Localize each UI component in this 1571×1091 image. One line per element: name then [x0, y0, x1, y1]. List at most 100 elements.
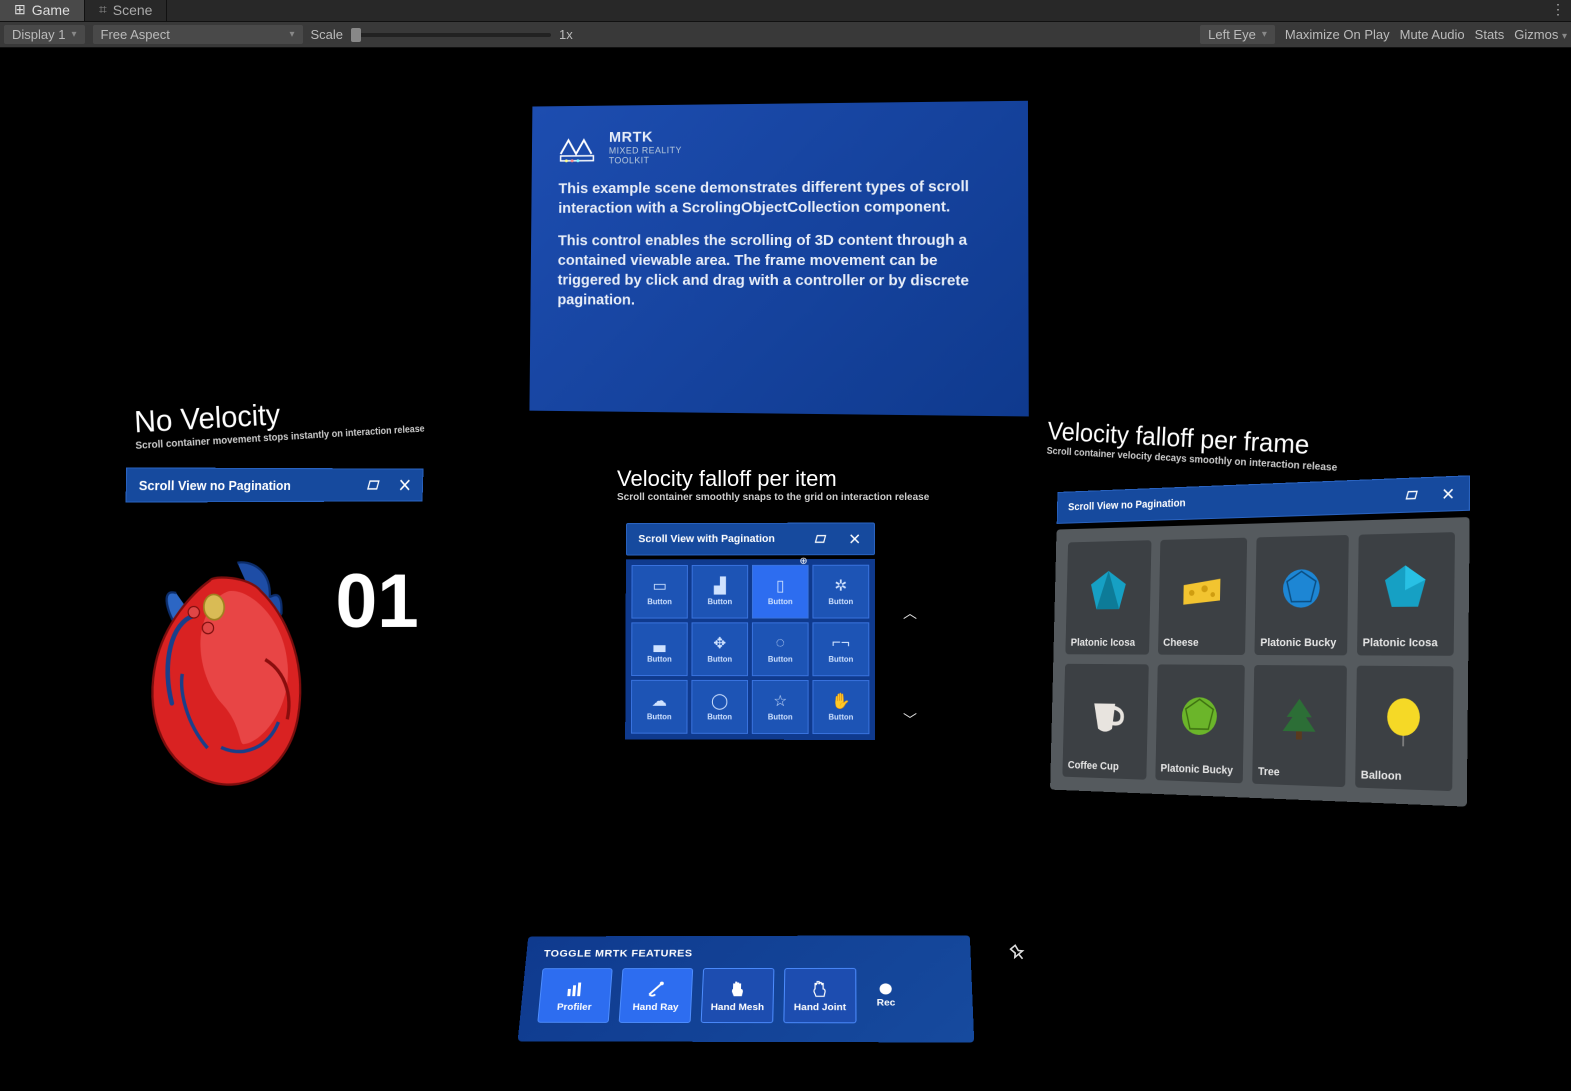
chevron-down-icon: ▾: [71, 29, 76, 40]
grid-button[interactable]: ▃Button: [631, 622, 688, 676]
card-label: Platonic Bucky: [1160, 762, 1237, 777]
toggle-profiler[interactable]: Profiler: [537, 968, 612, 1023]
rec-dot-icon: [880, 983, 892, 994]
grid-button[interactable]: ⌐¬Button: [812, 622, 869, 676]
card-label: Balloon: [1361, 769, 1446, 785]
info-panel: MRTK MIXED REALITY TOOLKIT This example …: [529, 101, 1028, 417]
pin-icon[interactable]: [1005, 940, 1034, 969]
game-view[interactable]: MRTK MIXED REALITY TOOLKIT This example …: [0, 48, 1571, 1091]
scale-slider-knob[interactable]: [351, 28, 361, 42]
cup-icon: [1083, 690, 1128, 739]
card-tree[interactable]: Tree: [1252, 665, 1346, 787]
follow-icon[interactable]: [814, 531, 829, 546]
eye-select[interactable]: Left Eye ▾: [1200, 25, 1275, 44]
toggle-hand-mesh[interactable]: Hand Mesh: [701, 968, 775, 1023]
rec-button[interactable]: Rec: [876, 983, 895, 1008]
aspect-select[interactable]: Free Aspect ▾: [93, 25, 303, 44]
hand-mesh-icon: [729, 978, 748, 998]
icosa-icon: [1086, 567, 1131, 615]
grid-button[interactable]: ▯Button: [752, 565, 809, 619]
grid-button[interactable]: ✲Button: [812, 565, 869, 619]
close-icon[interactable]: [847, 531, 862, 546]
titlebar-pagination[interactable]: Scroll View with Pagination: [626, 523, 875, 556]
mrtk-sub: MIXED REALITY TOOLKIT: [609, 145, 682, 165]
toggle-label: Profiler: [557, 1002, 592, 1012]
card-coffee-cup[interactable]: Coffee Cup: [1062, 664, 1148, 780]
card-grid-frame: Platonic Icosa Cheese Platonic Bucky Pla…: [1050, 517, 1470, 807]
btn-label: Button: [647, 655, 672, 664]
display-select[interactable]: Display 1 ▾: [4, 25, 85, 44]
card-label: Cheese: [1163, 637, 1240, 649]
card-label: Platonic Icosa: [1071, 637, 1144, 649]
card-label: Platonic Icosa: [1363, 637, 1448, 650]
btn-label: Button: [647, 598, 672, 607]
editor-tab-bar: ⊞ Game ⌗ Scene ⋮: [0, 0, 1571, 22]
toggle-label: Hand Ray: [632, 1002, 678, 1012]
tab-scene-label: Scene: [113, 2, 153, 18]
grid-button[interactable]: ✋Button: [812, 680, 869, 734]
grid-button[interactable]: ✥Button: [691, 622, 748, 676]
section-velocity-per-frame: Velocity falloff per frame Scroll contai…: [1046, 416, 1339, 474]
pagination-down-button[interactable]: ﹀: [903, 710, 917, 730]
close-icon[interactable]: [398, 477, 412, 492]
chart-icon: ▟: [714, 577, 726, 594]
game-toolbar: Display 1 ▾ Free Aspect ▾ Scale 1x Left …: [0, 22, 1571, 48]
heart-model[interactable]: [111, 546, 345, 814]
mute-audio-toggle[interactable]: Mute Audio: [1400, 27, 1465, 42]
bucky-green-icon: [1176, 691, 1223, 741]
eye-label: Left Eye: [1208, 27, 1256, 42]
btn-label: Button: [707, 713, 732, 722]
grid-button[interactable]: ▟ Button: [692, 565, 749, 619]
grid-button[interactable]: ☆Button: [752, 680, 809, 734]
pagination-up-button[interactable]: ︿: [903, 603, 917, 623]
btn-label: Button: [707, 655, 732, 664]
card-balloon[interactable]: Balloon: [1355, 666, 1454, 791]
card-platonic-icosa-2[interactable]: Platonic Icosa: [1356, 532, 1454, 656]
maximize-on-play-toggle[interactable]: Maximize On Play: [1285, 27, 1390, 42]
toggle-hand-joint[interactable]: Hand Joint: [783, 968, 856, 1023]
tab-game[interactable]: ⊞ Game: [0, 0, 85, 21]
toggle-hand-ray[interactable]: Hand Ray: [619, 968, 694, 1023]
tab-overflow[interactable]: ⋮: [1545, 0, 1571, 21]
toggle-label: Hand Mesh: [710, 1002, 764, 1012]
gizmos-toggle[interactable]: Gizmos ▾: [1514, 27, 1567, 42]
target-icon: ◌: [776, 635, 785, 652]
titlebar-per-frame[interactable]: Scroll View no Pagination: [1057, 475, 1470, 524]
card-platonic-bucky[interactable]: Platonic Bucky: [1254, 535, 1348, 655]
titlebar-label: Scroll View no Pagination: [139, 477, 291, 492]
follow-icon[interactable]: [368, 477, 383, 493]
grid-button[interactable]: ◌Button: [752, 622, 809, 676]
button-grid[interactable]: ▭Button ▟Button ▯Button ✲Button ▃Button …: [631, 565, 869, 734]
follow-icon[interactable]: [1405, 487, 1421, 504]
scene-tab-icon: ⌗: [99, 1, 107, 18]
grid-button[interactable]: ◯ Button: [691, 680, 748, 734]
btn-label: Button: [768, 597, 793, 606]
section-sub: Scroll container smoothly snaps to the g…: [617, 492, 929, 503]
section-title: Velocity falloff per item: [617, 466, 929, 492]
titlebar-no-velocity[interactable]: Scroll View no Pagination: [126, 467, 424, 502]
scale-slider[interactable]: [351, 33, 551, 37]
toggle-features-panel: TOGGLE MRTK FEATURES Profiler Hand Ray H…: [518, 935, 975, 1042]
titlebar-label: Scroll View no Pagination: [1068, 497, 1186, 513]
card-platonic-bucky-2[interactable]: Platonic Bucky: [1155, 664, 1245, 783]
icosa-icon: [1380, 561, 1431, 613]
card-cheese[interactable]: Cheese: [1158, 538, 1248, 655]
scale-value: 1x: [559, 27, 573, 42]
bracket-icon: ⌐¬: [832, 635, 850, 652]
stats-toggle[interactable]: Stats: [1475, 27, 1505, 42]
close-icon[interactable]: [1440, 485, 1457, 502]
btn-label: Button: [708, 597, 733, 606]
grid-button[interactable]: ☁Button: [631, 680, 688, 734]
game-tab-icon: ⊞: [14, 1, 26, 18]
hand-ray-icon: [646, 978, 667, 998]
card-platonic-icosa[interactable]: Platonic Icosa: [1065, 540, 1151, 654]
grid-button[interactable]: ▭ Button: [631, 565, 688, 619]
camera-icon: ▭: [652, 577, 666, 594]
circle-icon: ◯: [711, 692, 728, 709]
card-grid[interactable]: Platonic Icosa Cheese Platonic Bucky Pla…: [1062, 532, 1455, 791]
tab-scene[interactable]: ⌗ Scene: [85, 0, 168, 21]
gizmos-label: Gizmos: [1514, 27, 1558, 42]
panel-no-velocity: Scroll View no Pagination: [126, 467, 424, 502]
toggle-label: Hand Joint: [794, 1002, 846, 1012]
card-label: Platonic Bucky: [1260, 637, 1341, 649]
